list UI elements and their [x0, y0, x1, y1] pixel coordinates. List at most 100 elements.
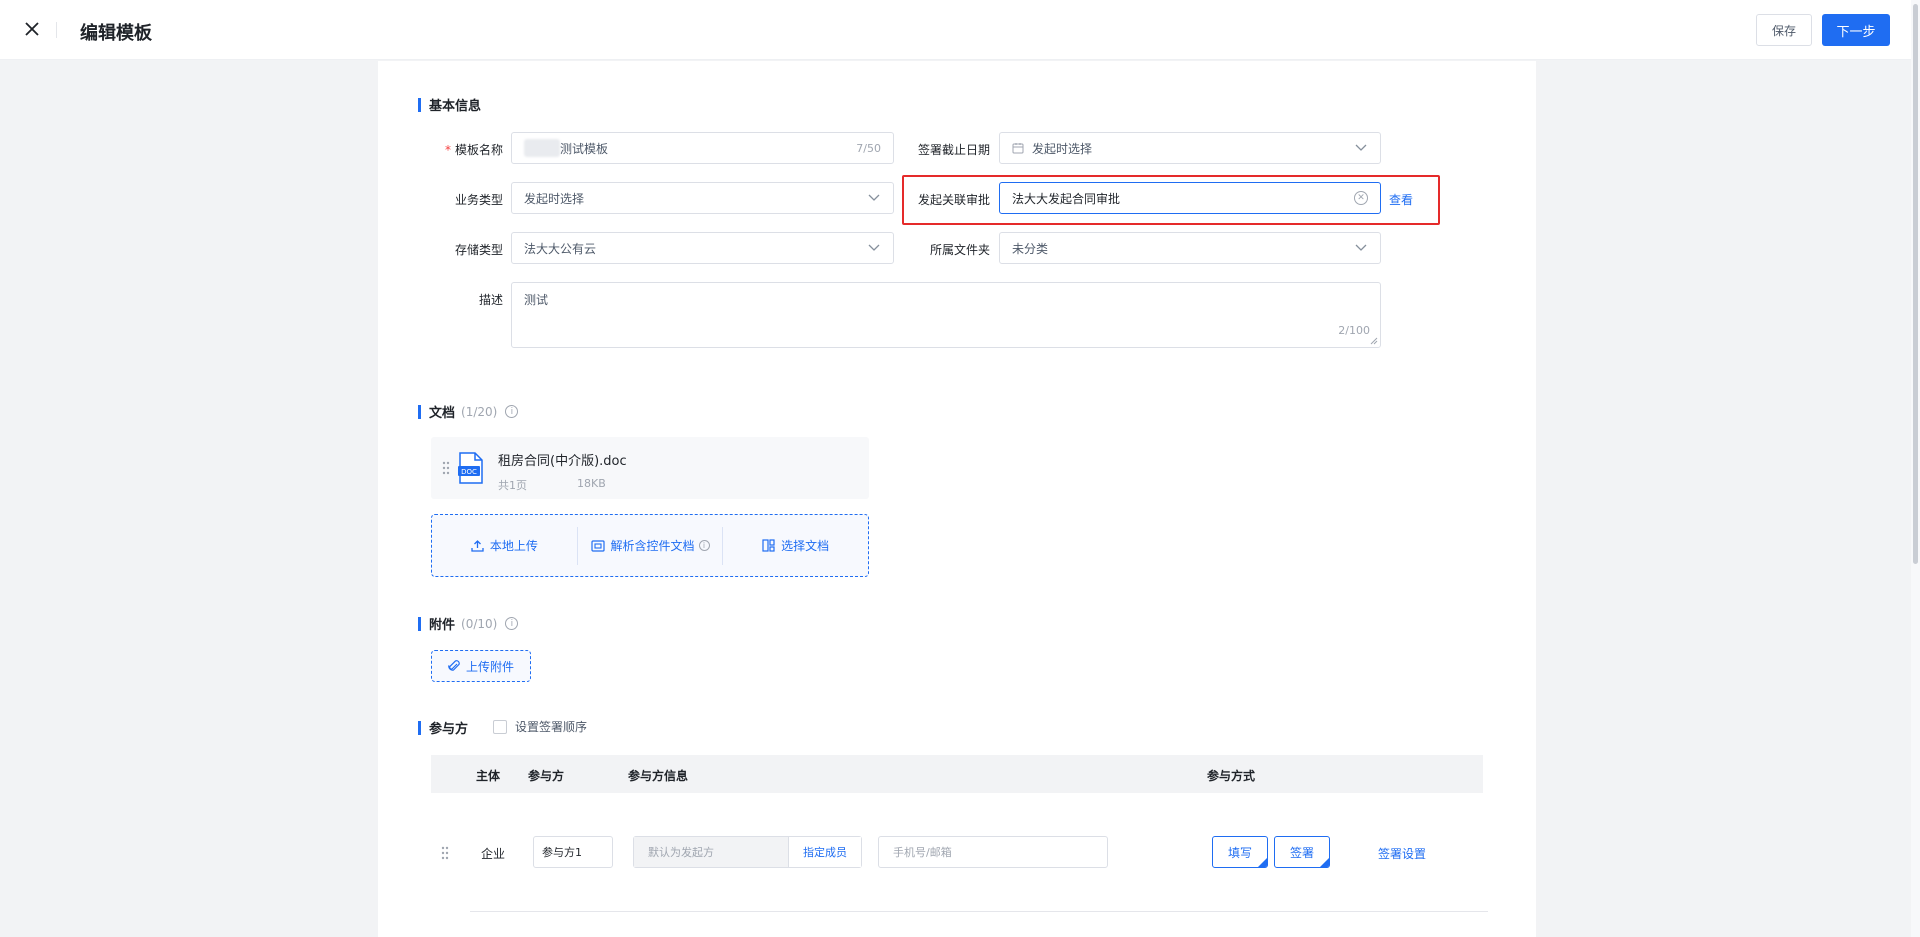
- doc-file-icon: DOC: [458, 452, 483, 484]
- template-name-label-text: 模板名称: [454, 143, 503, 157]
- required-mark: *: [444, 143, 451, 157]
- document-name: 租房合同(中介版).doc: [498, 454, 627, 469]
- document-item[interactable]: DOC 租房合同(中介版).doc 共1页 18KB: [431, 437, 869, 499]
- default-initiator-field: 默认为发起方: [634, 837, 789, 867]
- section-documents: 文档 (1/20) i: [418, 402, 519, 421]
- paperclip-icon: [448, 660, 460, 671]
- section-bar: [418, 404, 421, 419]
- description-label: 描述: [478, 293, 503, 307]
- folder-select[interactable]: 未分类: [999, 232, 1381, 264]
- section-attachments: 附件 (0/10) i: [418, 614, 519, 633]
- participant-subject: 企业: [481, 847, 506, 861]
- sign-mode-button[interactable]: 签署: [1274, 836, 1330, 868]
- documents-count: (1/20): [461, 404, 498, 419]
- drag-handle-icon[interactable]: [441, 846, 449, 860]
- sign-order-label: 设置签署顺序: [515, 720, 588, 734]
- assign-member-button[interactable]: 指定成员: [789, 837, 861, 867]
- select-doc-label: 选择文档: [781, 539, 830, 553]
- upload-icon: [471, 540, 484, 552]
- folder-value: 未分类: [1012, 241, 1049, 256]
- local-upload-button[interactable]: 本地上传: [432, 527, 577, 565]
- section-bar: [418, 720, 421, 735]
- column-mode: 参与方式: [1207, 769, 1256, 783]
- header-divider: [56, 22, 57, 38]
- section-participants: 参与方: [418, 718, 468, 737]
- selected-corner-icon: [1258, 858, 1267, 867]
- chevron-down-icon: [1354, 241, 1368, 255]
- chevron-down-icon: [1354, 141, 1368, 155]
- section-basic-info-title: 基本信息: [429, 99, 482, 114]
- participants-table-header: 主体 参与方 参与方信息 参与方式: [431, 755, 1483, 793]
- svg-text:DOC: DOC: [461, 468, 477, 476]
- template-name-value: 测试模板: [560, 141, 609, 156]
- storage-type-select[interactable]: 法大大公有云: [511, 232, 894, 264]
- info-icon[interactable]: i: [698, 540, 710, 551]
- calendar-icon: [1012, 143, 1024, 154]
- view-approval-link[interactable]: 查看: [1389, 191, 1413, 208]
- parse-doc-icon: [590, 539, 605, 552]
- member-group: 默认为发起方 指定成员: [633, 836, 862, 868]
- sign-mode-label: 签署: [1289, 845, 1314, 860]
- info-icon[interactable]: i: [505, 617, 519, 630]
- contact-input[interactable]: 手机号/邮箱: [878, 836, 1108, 868]
- info-icon[interactable]: i: [505, 405, 519, 418]
- business-type-value: 发起时选择: [524, 191, 585, 206]
- selected-corner-icon: [1320, 858, 1329, 867]
- storage-type-label: 存储类型: [454, 243, 503, 257]
- fill-mode-button[interactable]: 填写: [1212, 836, 1268, 868]
- document-pages: 共1页: [498, 479, 527, 492]
- description-value: 测试: [524, 293, 549, 307]
- business-type-select[interactable]: 发起时选择: [511, 182, 894, 214]
- drag-handle-icon[interactable]: [442, 461, 450, 475]
- section-documents-title: 文档: [429, 406, 456, 421]
- checkbox[interactable]: [493, 719, 507, 734]
- linked-approval-select[interactable]: 法大大发起合同审批 ✕: [999, 182, 1381, 214]
- attachments-count: (0/10): [461, 616, 498, 631]
- business-type-label: 业务类型: [454, 193, 503, 207]
- storage-type-value: 法大大公有云: [524, 241, 597, 256]
- folder-label: 所属文件夹: [929, 243, 990, 257]
- sign-order-checkbox[interactable]: 设置签署顺序: [493, 718, 587, 735]
- document-upload-area: 本地上传 解析含控件文档 i 选择文档: [431, 514, 869, 577]
- fill-mode-label: 填写: [1227, 845, 1252, 860]
- close-icon[interactable]: [22, 19, 42, 39]
- select-doc-icon: [762, 539, 775, 552]
- clear-icon[interactable]: ✕: [1354, 191, 1368, 205]
- column-info: 参与方信息: [628, 769, 689, 783]
- page-title: 编辑模板: [80, 23, 152, 44]
- section-bar: [418, 616, 421, 631]
- parse-doc-label: 解析含控件文档: [610, 539, 695, 553]
- column-party: 参与方: [528, 769, 565, 783]
- resize-grip-icon[interactable]: [1370, 337, 1378, 345]
- upload-attachment-label: 上传附件: [465, 659, 514, 674]
- page-scrollbar[interactable]: [1911, 0, 1920, 937]
- participant-name-input[interactable]: 参与方1: [533, 836, 613, 868]
- section-attachments-title: 附件: [429, 618, 456, 633]
- parse-doc-button[interactable]: 解析含控件文档 i: [578, 527, 723, 565]
- linked-approval-value: 法大大发起合同审批: [1012, 191, 1121, 206]
- linked-approval-label: 发起关联审批: [917, 193, 990, 207]
- template-name-label: * 模板名称: [383, 141, 503, 158]
- row-divider: [470, 911, 1488, 912]
- section-basic-info: 基本信息: [418, 95, 481, 114]
- sign-deadline-label: 签署截止日期: [917, 143, 990, 157]
- section-participants-title: 参与方: [429, 722, 469, 737]
- local-upload-label: 本地上传: [489, 539, 538, 553]
- next-step-button[interactable]: 下一步: [1822, 14, 1890, 46]
- redacted-text: [524, 139, 560, 157]
- table-row: 企业 参与方1 默认为发起方 指定成员 手机号/邮箱 填写 签署 签署设置: [431, 830, 1483, 874]
- template-name-input[interactable]: 测试模板 7/50: [511, 132, 894, 164]
- save-button[interactable]: 保存: [1756, 14, 1812, 46]
- column-subject: 主体: [476, 769, 501, 783]
- upload-attachment-button[interactable]: 上传附件: [431, 650, 531, 682]
- select-doc-button[interactable]: 选择文档: [723, 527, 868, 565]
- top-bar: 编辑模板 保存 下一步: [0, 0, 1920, 60]
- sign-deadline-value: 发起时选择: [1032, 141, 1093, 156]
- section-bar: [418, 97, 421, 112]
- description-count: 2/100: [1338, 324, 1370, 337]
- sign-deadline-picker[interactable]: 发起时选择: [999, 132, 1381, 164]
- document-size: 18KB: [577, 477, 606, 490]
- sign-settings-link[interactable]: 签署设置: [1378, 845, 1426, 862]
- description-textarea[interactable]: 测试 2/100: [511, 282, 1381, 348]
- scrollbar-thumb[interactable]: [1913, 4, 1918, 564]
